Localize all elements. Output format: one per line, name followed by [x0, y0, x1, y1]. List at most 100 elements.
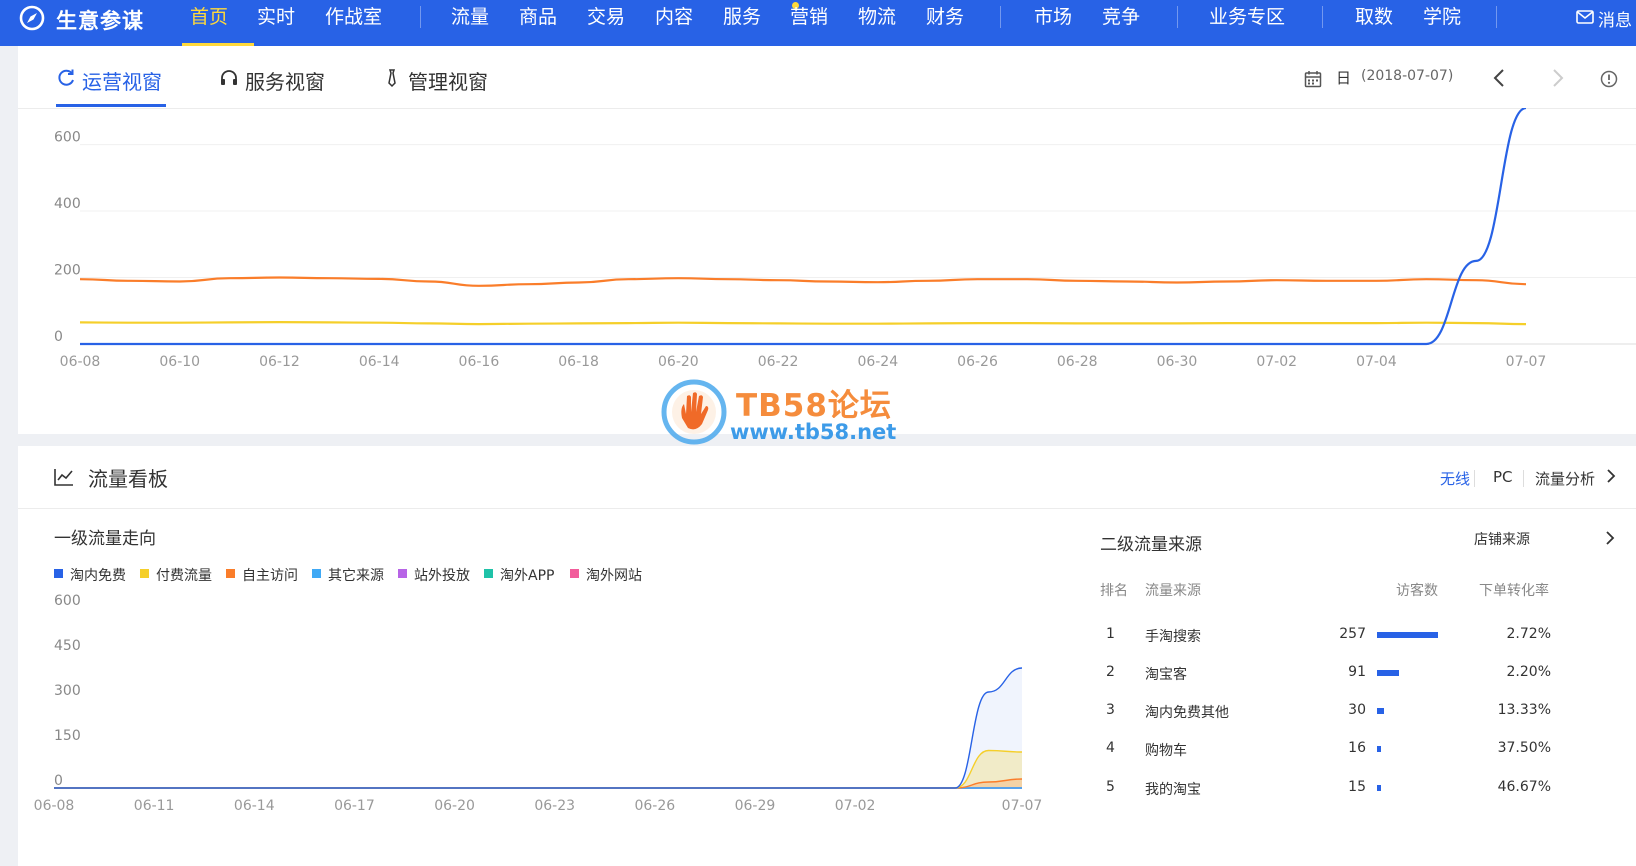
brand-title[interactable]: 生意参谋 [56, 5, 144, 35]
tie-icon [388, 69, 396, 88]
x-tick-label: 06-20 [434, 798, 475, 814]
visitors-bar [1377, 785, 1381, 791]
y-tick-label: 600 [54, 130, 81, 146]
visitors-bar [1377, 746, 1381, 752]
nav-item-transactions[interactable]: 交易 [587, 2, 625, 29]
nav-item-logistics[interactable]: 物流 [858, 2, 896, 29]
series-area [54, 668, 1022, 788]
legend-label: 淘内免费 [70, 568, 126, 584]
nav-divider [1496, 6, 1497, 28]
visitors-cell: 91 [1348, 664, 1366, 680]
x-tick-label: 07-02 [1256, 354, 1297, 370]
legend-swatch [570, 569, 579, 578]
x-tick-label: 06-08 [34, 798, 75, 814]
chevron-right-icon[interactable] [1606, 468, 1616, 484]
x-tick-label: 06-26 [957, 354, 998, 370]
watermark-title: TB58论坛 [736, 388, 892, 424]
shop-source-link[interactable]: 店铺来源 [1474, 529, 1530, 549]
tab-label: 服务视窗 [245, 70, 325, 94]
series-area [54, 750, 1022, 788]
level2-source-title: 二级流量来源 [1100, 535, 1202, 555]
legend-label: 淘外APP [500, 568, 555, 584]
mail-icon[interactable] [1576, 10, 1594, 24]
rank-cell: 4 [1106, 740, 1115, 756]
legend-swatch [140, 569, 149, 578]
nav-item-market[interactable]: 市场 [1034, 2, 1072, 29]
x-tick-label: 07-04 [1356, 354, 1397, 370]
legend-label: 淘外网站 [586, 568, 642, 584]
pc-filter-link[interactable]: PC [1493, 468, 1513, 486]
nav-item-home[interactable]: 首页 [190, 2, 228, 29]
nav-item-business-zone[interactable]: 业务专区 [1209, 2, 1285, 29]
series-line [80, 108, 1527, 346]
compass-icon[interactable] [18, 4, 46, 32]
source-cell: 淘宝客 [1145, 667, 1187, 683]
conversion-cell: 2.72% [1506, 626, 1551, 642]
x-tick-label: 06-11 [134, 798, 175, 814]
nav-item-competition[interactable]: 竞争 [1102, 2, 1140, 29]
tab-operations-view[interactable]: 运营视窗 [58, 66, 162, 95]
nav-item-marketing[interactable]: 营销 [790, 2, 828, 29]
tab-management-view[interactable]: 管理视窗 [388, 66, 488, 95]
nav-item-products[interactable]: 商品 [519, 2, 557, 29]
series-line [53, 667, 1023, 789]
nav-item-academy[interactable]: 学院 [1423, 2, 1461, 29]
tab-label: 管理视窗 [408, 70, 488, 94]
chevron-left-icon[interactable] [1492, 68, 1506, 88]
conversion-cell: 2.20% [1506, 664, 1551, 680]
nav-item-traffic[interactable]: 流量 [451, 2, 489, 29]
series-line [79, 320, 1527, 326]
header-conversion: 下单转化率 [1479, 583, 1549, 599]
y-tick-label: 200 [54, 263, 81, 279]
series-line [79, 276, 1527, 287]
series-line [53, 749, 1023, 789]
rank-cell: 3 [1106, 702, 1115, 718]
y-tick-label: 400 [54, 196, 81, 212]
refresh-circle-icon [58, 69, 74, 86]
tab-service-view[interactable]: 服务视窗 [221, 66, 325, 95]
operations-view-card: 运营视窗 服务视窗 管理视窗 日 (2018-07-07) 0 200 400 … [18, 46, 1636, 434]
source-cell: 我的淘宝 [1145, 782, 1201, 798]
nav-item-finance[interactable]: 财务 [926, 2, 964, 29]
hand-logo-icon [661, 379, 727, 445]
date-granularity-label[interactable]: 日 [1336, 67, 1351, 88]
chevron-right-icon[interactable] [1551, 68, 1565, 88]
messages-link[interactable]: 消息 [1598, 6, 1632, 31]
header-visitors: 访客数 [1396, 583, 1438, 599]
legend-swatch [398, 569, 407, 578]
visitors-cell: 16 [1348, 740, 1366, 756]
x-tick-label: 06-10 [159, 354, 200, 370]
alert-info-icon[interactable] [1600, 70, 1618, 88]
date-value[interactable]: (2018-07-07) [1361, 68, 1453, 84]
nav-item-data-fetch[interactable]: 取数 [1355, 2, 1393, 29]
line-chart-icon [54, 469, 73, 486]
legend-swatch [54, 569, 63, 578]
headset-icon [221, 70, 237, 85]
wireless-filter-link[interactable]: 无线 [1440, 468, 1470, 489]
header-source: 流量来源 [1145, 583, 1201, 599]
x-tick-label: 06-24 [857, 354, 898, 370]
chevron-right-icon[interactable] [1605, 530, 1615, 546]
x-tick-label: 06-29 [735, 798, 776, 814]
header-rank: 排名 [1100, 583, 1128, 599]
source-cell: 购物车 [1145, 743, 1187, 759]
nav-divider [1177, 6, 1178, 28]
legend-label: 其它来源 [328, 568, 384, 584]
visitors-bar [1377, 632, 1438, 638]
calendar-icon[interactable] [1304, 70, 1322, 88]
nav-item-content[interactable]: 内容 [655, 2, 693, 29]
legend-label: 站外投放 [414, 568, 470, 584]
nav-item-service[interactable]: 服务 [723, 2, 761, 29]
rank-cell: 2 [1106, 664, 1115, 680]
x-tick-label: 06-26 [634, 798, 675, 814]
traffic-analysis-link[interactable]: 流量分析 [1535, 468, 1595, 489]
x-tick-label: 06-20 [658, 354, 699, 370]
x-tick-label: 06-28 [1057, 354, 1098, 370]
nav-item-war-room[interactable]: 作战室 [325, 2, 382, 29]
x-tick-label: 06-30 [1157, 354, 1198, 370]
legend-swatch [226, 569, 235, 578]
visitors-bar [1377, 708, 1385, 714]
legend-swatch [484, 569, 493, 578]
source-cell: 淘内免费其他 [1145, 705, 1229, 721]
nav-item-realtime[interactable]: 实时 [257, 2, 295, 29]
